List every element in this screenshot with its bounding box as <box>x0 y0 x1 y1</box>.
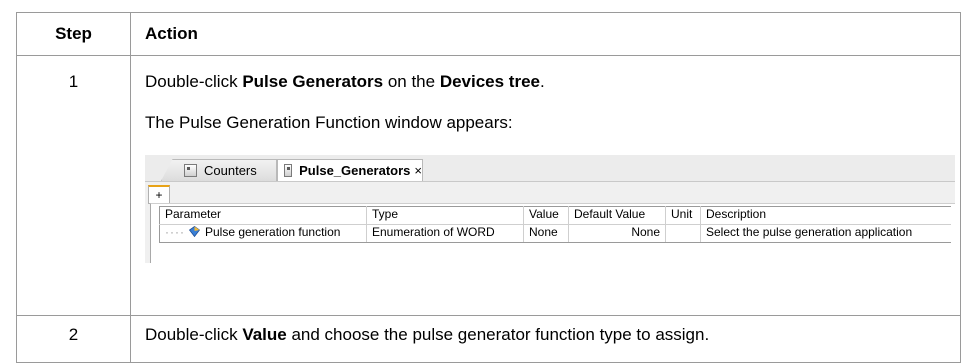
column-header[interactable]: Parameter <box>159 206 367 225</box>
add-tab-button[interactable]: + <box>148 185 170 204</box>
tab-label: Pulse_Generators <box>299 163 411 178</box>
text-segment: on the <box>383 72 440 91</box>
action-cell: Double-click Value and choose the pulse … <box>130 315 961 363</box>
table-row: 2 Double-click Value and choose the puls… <box>16 315 961 363</box>
tree-connector: ···· <box>165 225 185 239</box>
default-value-cell: None <box>568 224 666 243</box>
text-segment: Double-click <box>145 325 243 344</box>
text-segment: Double-click <box>145 72 243 91</box>
tab-pulse-generators[interactable]: Pulse_Generators × <box>277 159 423 181</box>
parameter-grid: Parameter Type Value Default Value Unit … <box>159 206 951 243</box>
column-header[interactable]: Default Value <box>568 206 666 225</box>
tab-label: Counters <box>204 163 257 178</box>
procedure-table: Step Action 1 Double-click Pulse Generat… <box>16 12 961 363</box>
unit-cell <box>665 224 701 243</box>
pulse-generator-screenshot: Counters Pulse_Generators × + Parameter … <box>145 155 955 263</box>
text-segment: . <box>540 72 545 91</box>
instruction-text: Double-click Pulse Generators on the Dev… <box>145 72 960 92</box>
result-text: The Pulse Generation Function window app… <box>145 113 513 132</box>
module-icon <box>284 164 293 177</box>
close-icon[interactable]: × <box>414 163 422 178</box>
parameter-cell[interactable]: ···· Pulse generation function <box>159 224 367 243</box>
value-cell[interactable]: None <box>523 224 569 243</box>
ui-term: Devices tree <box>439 72 540 91</box>
parameter-icon <box>188 226 200 237</box>
editor-tab-bar: Counters Pulse_Generators × <box>145 155 955 182</box>
parameter-grid-area: Parameter Type Value Default Value Unit … <box>150 203 955 263</box>
column-header[interactable]: Type <box>366 206 524 225</box>
module-icon <box>184 164 197 177</box>
instruction-text: Double-click Value and choose the pulse … <box>145 325 960 345</box>
column-header[interactable]: Unit <box>665 206 701 225</box>
step-number: 2 <box>16 315 131 363</box>
column-header[interactable]: Value <box>523 206 569 225</box>
tab-counters[interactable]: Counters <box>161 159 277 181</box>
action-header: Action <box>130 12 961 56</box>
ui-term: Value <box>242 325 287 344</box>
ui-term: Pulse Generators <box>242 72 384 91</box>
parameter-name: Pulse generation function <box>204 225 341 239</box>
table-header-row: Step Action <box>16 12 961 56</box>
type-cell: Enumeration of WORD <box>366 224 524 243</box>
table-row[interactable]: ···· Pulse generation function Enumeratio… <box>159 224 951 243</box>
action-cell: Double-click Pulse Generators on the Dev… <box>130 55 961 316</box>
text-segment: and choose the pulse generator function … <box>286 325 710 344</box>
description-cell: Select the pulse generation application <box>700 224 951 243</box>
grid-header-row: Parameter Type Value Default Value Unit … <box>159 206 951 225</box>
table-row: 1 Double-click Pulse Generators on the D… <box>16 55 961 316</box>
step-header: Step <box>16 12 131 56</box>
step-number: 1 <box>16 55 131 316</box>
column-header[interactable]: Description <box>700 206 951 225</box>
